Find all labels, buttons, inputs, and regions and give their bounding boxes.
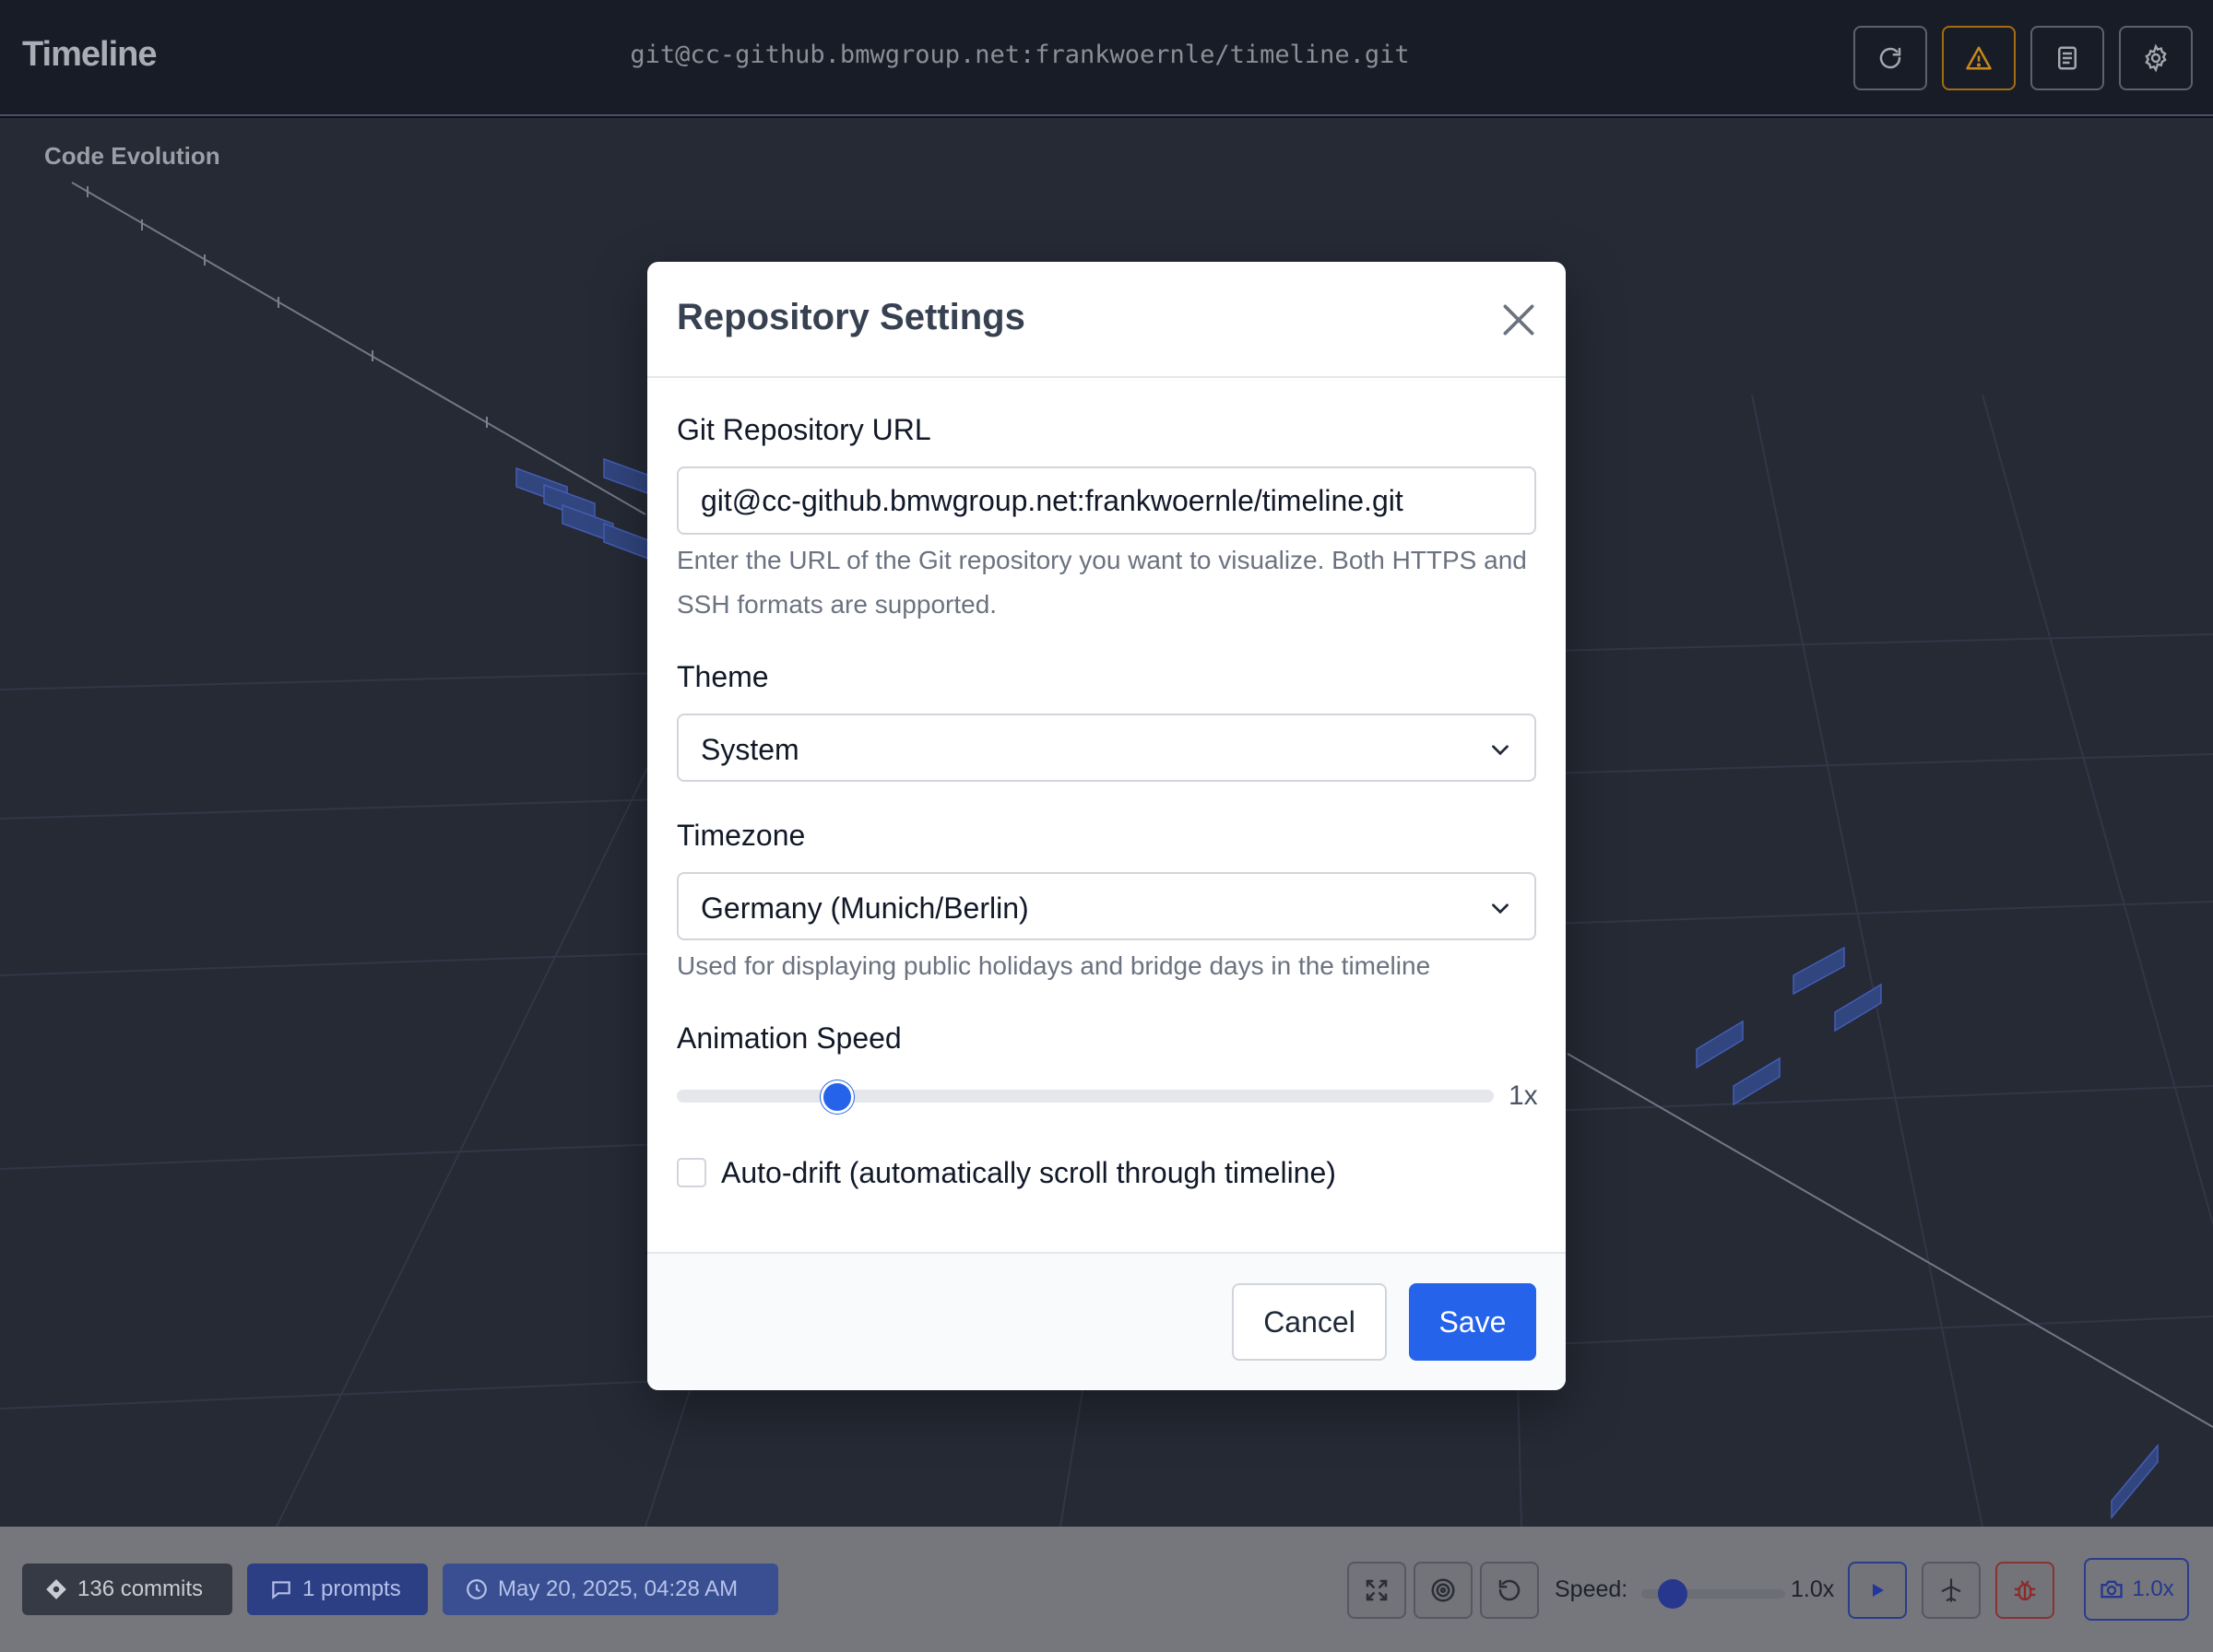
chevron-down-icon: [1492, 903, 1509, 914]
repo-url-field-label: Git Repository URL: [677, 413, 931, 446]
git-commit-icon: [46, 1579, 66, 1599]
theme-select[interactable]: System: [677, 714, 1536, 782]
camera-zoom-value: 1.0x: [2132, 1576, 2174, 1601]
timezone-select[interactable]: Germany (Munich/Berlin): [677, 872, 1536, 940]
refresh-button[interactable]: [1853, 26, 1927, 90]
camera-icon: [2101, 1580, 2123, 1599]
repo-url-input[interactable]: [677, 466, 1536, 535]
play-button[interactable]: [1848, 1562, 1907, 1619]
warnings-button[interactable]: [1942, 26, 2016, 90]
speed-label: Speed:: [1555, 1576, 1628, 1602]
theme-selected-value: System: [701, 733, 799, 766]
dialog-footer: Cancel Save: [647, 1252, 1566, 1390]
chat-icon: [272, 1581, 290, 1599]
repository-settings-dialog: Repository Settings Git Repository URL E…: [647, 262, 1566, 1390]
reset-view-button[interactable]: [1480, 1562, 1539, 1619]
timezone-selected-value: Germany (Munich/Berlin): [701, 891, 1029, 925]
timezone-field-label: Timezone: [677, 819, 806, 852]
gear-icon: [2145, 43, 2167, 73]
repo-url-help: Enter the URL of the Git repository you …: [677, 546, 1527, 619]
flight-mode-button[interactable]: [1922, 1562, 1981, 1619]
auto-drift-checkbox[interactable]: [677, 1158, 706, 1187]
debug-button[interactable]: [1995, 1562, 2054, 1619]
theme-field-label: Theme: [677, 660, 769, 693]
animation-speed-label: Animation Speed: [677, 1021, 902, 1055]
clock-icon: [467, 1579, 487, 1599]
speed-value: 1.0x: [1791, 1576, 1835, 1602]
chevron-down-icon: [1492, 745, 1509, 756]
target-icon: [1431, 1578, 1455, 1602]
timezone-help: Used for displaying public holidays and …: [677, 951, 1431, 980]
close-icon: [1503, 304, 1534, 336]
top-bar: Timeline git@cc-github.bmwgroup.net:fran…: [0, 0, 2213, 116]
camera-zoom-button[interactable]: 1.0x: [2084, 1558, 2189, 1621]
dialog-title: Repository Settings: [677, 297, 1025, 337]
close-button[interactable]: [1496, 297, 1542, 343]
prompts-count: 1 prompts: [302, 1576, 401, 1601]
focus-button[interactable]: [1414, 1562, 1473, 1619]
fullscreen-button[interactable]: [1347, 1562, 1406, 1619]
bug-icon: [2014, 1580, 2036, 1601]
speed-slider-handle[interactable]: [1658, 1579, 1687, 1609]
repo-url-label: git@cc-github.bmwgroup.net:frankwoernle/…: [630, 41, 1410, 69]
settings-button[interactable]: [2119, 26, 2193, 90]
current-date: May 20, 2025, 04:28 AM: [498, 1576, 739, 1601]
save-button[interactable]: Save: [1409, 1283, 1536, 1361]
dialog-header: Repository Settings: [647, 262, 1566, 378]
expand-icon: [1366, 1579, 1388, 1601]
document-icon: [2058, 46, 2077, 70]
animation-speed-handle[interactable]: [821, 1080, 854, 1114]
reset-icon: [1498, 1579, 1521, 1601]
refresh-icon: [1879, 47, 1901, 69]
play-icon: [1873, 1584, 1884, 1597]
notes-button[interactable]: [2030, 26, 2104, 90]
commits-badge: 136 commits: [22, 1564, 232, 1615]
warning-icon: [1966, 46, 1992, 70]
auto-drift-label[interactable]: Auto-drift (automatically scroll through…: [721, 1156, 1336, 1190]
animation-speed-slider[interactable]: [677, 1090, 1494, 1103]
current-date-badge: May 20, 2025, 04:28 AM: [443, 1564, 778, 1615]
cancel-button[interactable]: Cancel: [1232, 1283, 1387, 1361]
prompts-badge: 1 prompts: [247, 1564, 428, 1615]
animation-speed-value: 1x: [1509, 1080, 1538, 1111]
bottom-bar: 136 commits 1 prompts May 20, 2025, 04:2…: [0, 1527, 2213, 1652]
commits-count: 136 commits: [77, 1576, 204, 1601]
plane-icon: [1941, 1578, 1961, 1602]
